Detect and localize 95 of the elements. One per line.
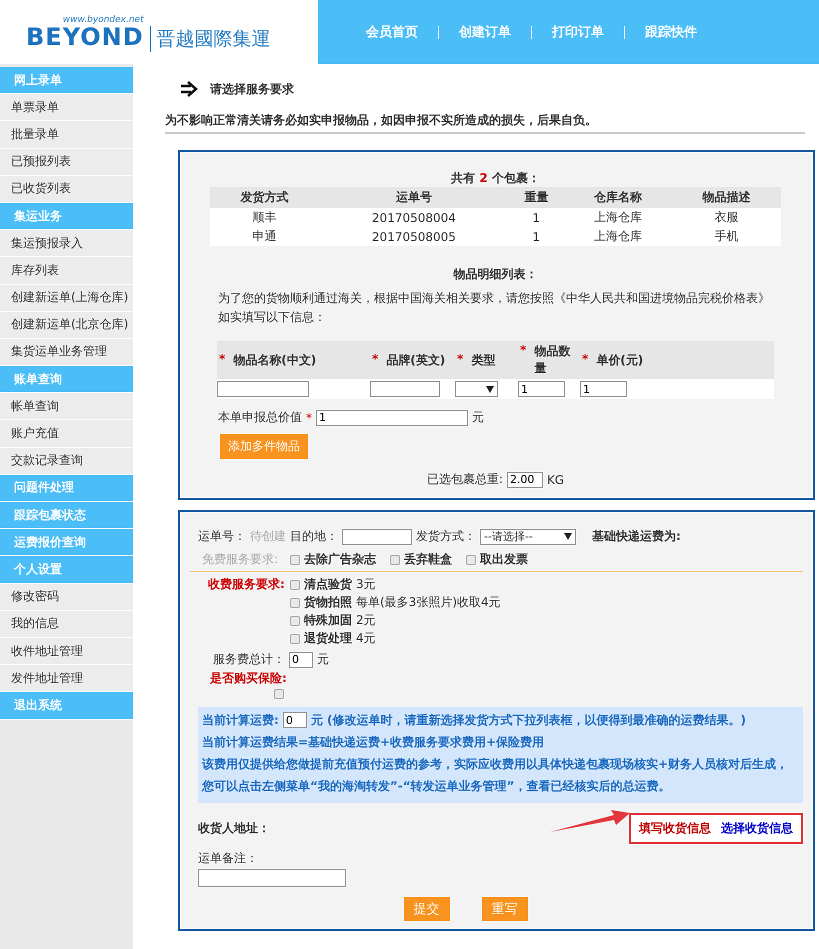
company-name: 晋越國際集運: [150, 26, 271, 52]
section-title: 请选择服务要求: [210, 80, 294, 98]
column-header: 运单号: [318, 187, 510, 208]
field-label: 免费服务要求:: [201, 551, 280, 568]
table-cell: 衣服: [672, 208, 781, 227]
logo-url: www.byondex.net: [62, 15, 144, 25]
logo-text: BEYOND: [26, 25, 144, 49]
option-label: 去除广告杂志: [304, 551, 376, 568]
items-title: 物品明细列表：: [452, 266, 538, 283]
option-label: 退货处理: [304, 630, 352, 647]
table-cell: 手机: [672, 227, 781, 246]
menu-item[interactable]: 交款记录查询: [0, 448, 133, 475]
option-label: 取出发票: [480, 551, 528, 568]
menu-item[interactable]: 创建新运单(上海仓库): [0, 284, 133, 312]
column-header: 物品描述: [672, 187, 781, 208]
input-field[interactable]: 1: [580, 381, 627, 397]
input-field[interactable]: 0: [289, 652, 313, 668]
field-label: 运单备注：: [198, 850, 258, 867]
field-label: 收费服务要求:: [207, 576, 286, 593]
column-header: 物品名称(中文): [233, 352, 316, 368]
field-label: 已选包裹总重:: [426, 471, 503, 488]
checkbox[interactable]: [274, 689, 284, 699]
intro-text: 为了您的货物顺利通过海关，根据中国海关相关要求，请您按照《中华人民共和国进境物品完税价格表》如实填写以下信息：: [217, 290, 771, 326]
disclaimer-text: 该费用仅提供给您做提前充值预付运费的参考，实际应收费用以具体快递包裹现场核实+财务人员核对后生成，您可以点击左侧菜单“我的海淘转发”-“转发运单业务管理”，查看已经核实后的总运费。: [202, 756, 790, 795]
table-cell: 1: [509, 227, 564, 246]
input-field[interactable]: [370, 381, 440, 397]
address-link[interactable]: 填写收货信息: [639, 820, 711, 837]
option-price: 2元: [356, 612, 376, 629]
checkbox[interactable]: [390, 554, 400, 564]
column-header: 类型: [471, 352, 496, 368]
field-label: 目的地：: [290, 528, 338, 545]
checkbox[interactable]: [290, 616, 300, 626]
input-field[interactable]: 2.00: [506, 472, 543, 488]
input-field[interactable]: 1: [518, 381, 565, 397]
column-header: 单价(元): [596, 352, 644, 368]
column-header: 发货方式: [210, 187, 319, 208]
caret-icon: [486, 386, 494, 392]
type-select[interactable]: [455, 381, 498, 397]
field-label: 本单申报总价值: [218, 409, 302, 426]
option-label: 特殊加固: [304, 612, 352, 629]
field-label: 收货人地址：: [198, 820, 270, 837]
table-cell: 20170508005: [318, 227, 510, 246]
field-label: 发货方式：: [416, 528, 476, 545]
option-label: 丢弃鞋盒: [404, 551, 452, 568]
input-field[interactable]: [342, 528, 412, 544]
caret-icon: [564, 533, 572, 540]
input-field[interactable]: [217, 381, 309, 397]
input-field[interactable]: 0: [282, 712, 307, 728]
required-mark: *: [457, 352, 464, 368]
table-cell: 上海仓库: [563, 208, 672, 227]
unit-label: KG: [546, 472, 564, 486]
menu-item[interactable]: 已预报列表: [0, 148, 133, 176]
arrow-icon: [180, 81, 198, 97]
field-label: 服务费总计：: [213, 651, 285, 668]
field-label: 是否购买保险:: [210, 670, 287, 687]
option-label: 清点验货: [304, 576, 352, 593]
menu-item[interactable]: 修改密码: [0, 584, 133, 611]
table-cell: 上海仓库: [563, 227, 672, 246]
table-cell: 1: [509, 208, 564, 227]
unit-label: 元: [472, 409, 484, 426]
column-header: 重量: [509, 187, 564, 208]
table-cell: 顺丰: [210, 208, 319, 227]
table-cell: 20170508004: [318, 208, 510, 227]
checkbox[interactable]: [290, 598, 300, 608]
column-header: 仓库名称: [563, 187, 672, 208]
required-mark: *: [372, 352, 378, 368]
required-mark: *: [582, 352, 588, 368]
field-label: 基础快递运费为:: [592, 528, 681, 545]
option-price: 4元: [356, 630, 376, 647]
option-label: 货物拍照: [304, 594, 352, 611]
table-cell: 申通: [210, 227, 319, 246]
fee-note: 元 (修改运单时，请重新选择发货方式下拉列表框，以便得到最准确的运费结果。): [310, 712, 746, 729]
unit-label: 元: [317, 651, 329, 668]
remark-field[interactable]: [198, 869, 346, 887]
column-header: 品牌(英文): [386, 352, 446, 368]
checkbox[interactable]: [290, 634, 300, 644]
option-price: 3元: [356, 576, 376, 593]
fee-formula: 当前计算运费结果=基础快递运费+收费服务要求费用+保险费用: [202, 734, 546, 751]
notice-text: 为不影响正常清关请务必如实申报物品，如因申报不实所造成的损失，后果自负。: [165, 112, 805, 134]
column-header: 物品数量: [534, 343, 572, 377]
required-mark: *: [219, 352, 226, 368]
required-mark: *: [306, 410, 312, 424]
address-link[interactable]: 选择收货信息: [721, 820, 793, 837]
checkbox[interactable]: [290, 554, 300, 564]
waybill-value: 待创建: [250, 528, 286, 545]
checkbox[interactable]: [290, 580, 300, 590]
fee-label: 当前计算运费:: [202, 712, 279, 729]
field-label: 运单号：: [198, 528, 246, 545]
input-field[interactable]: 1: [316, 410, 468, 426]
required-mark: *: [520, 343, 526, 359]
option-price: 每单(最多3张照片)收取4元: [356, 594, 501, 611]
shipping-select[interactable]: --请选择--: [480, 528, 576, 544]
package-count: 共有 2 个包裹：: [450, 170, 541, 187]
checkbox[interactable]: [466, 554, 476, 564]
menu-item[interactable]: 创建新运单(北京仓库): [0, 312, 133, 339]
